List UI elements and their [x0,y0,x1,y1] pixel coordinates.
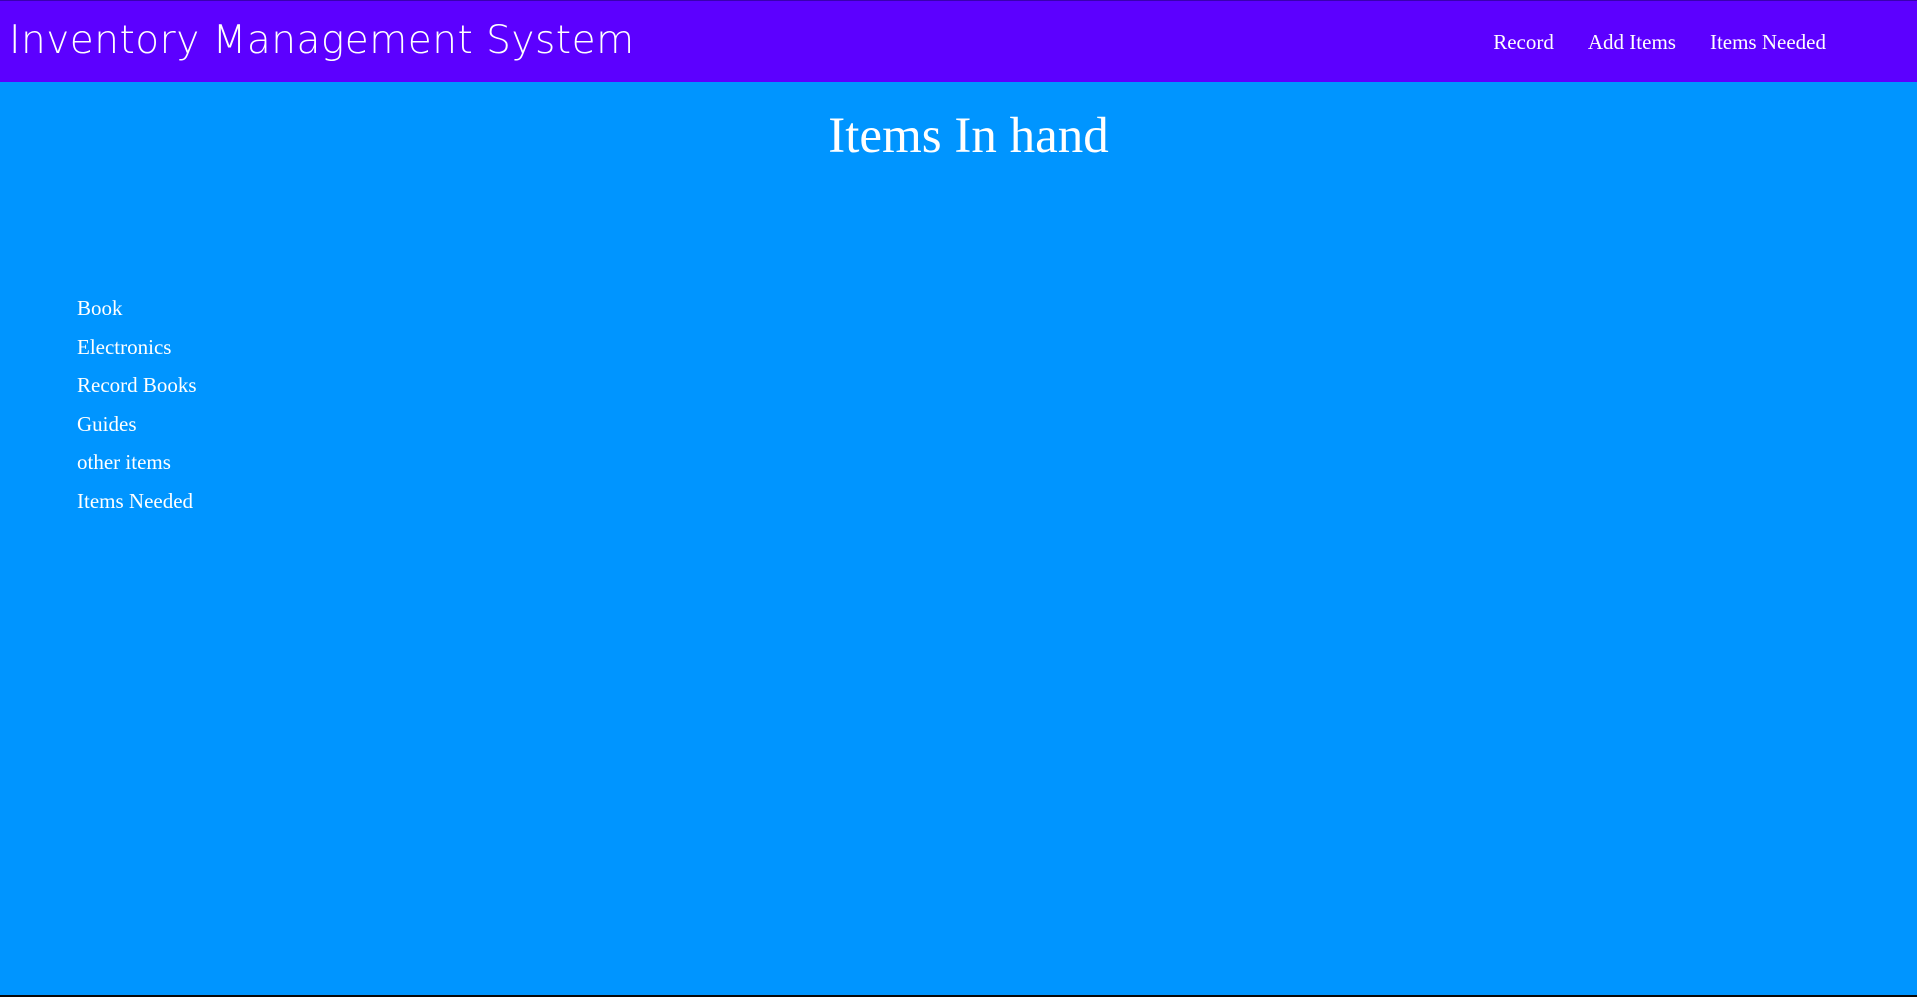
category-item-other-items: other items [77,447,197,486]
top-navigation-bar: Inventory Management System Record Add I… [0,0,1917,82]
app-page: Inventory Management System Record Add I… [0,0,1917,995]
category-link-record-books[interactable]: Record Books [77,373,197,397]
page-title: Items In hand [828,108,1109,164]
nav-items-needed-link[interactable]: Items Needed [1710,28,1826,56]
nav-record-link[interactable]: Record [1493,28,1554,56]
category-link-electronics[interactable]: Electronics [77,335,171,359]
category-link-book[interactable]: Book [77,296,123,320]
category-item-guides: Guides [77,409,197,448]
category-link-guides[interactable]: Guides [77,412,137,436]
category-item-electronics: Electronics [77,332,197,371]
category-item-record-books: Record Books [77,370,197,409]
category-link-items-needed[interactable]: Items Needed [77,489,193,513]
main-nav: Record Add Items Items Needed [1493,28,1826,56]
category-list: Book Electronics Record Books Guides oth… [77,293,197,524]
category-item-book: Book [77,293,197,332]
nav-add-items-link[interactable]: Add Items [1588,28,1676,56]
category-link-other-items[interactable]: other items [77,450,171,474]
app-title: Inventory Management System [9,18,635,63]
category-item-items-needed: Items Needed [77,486,197,525]
